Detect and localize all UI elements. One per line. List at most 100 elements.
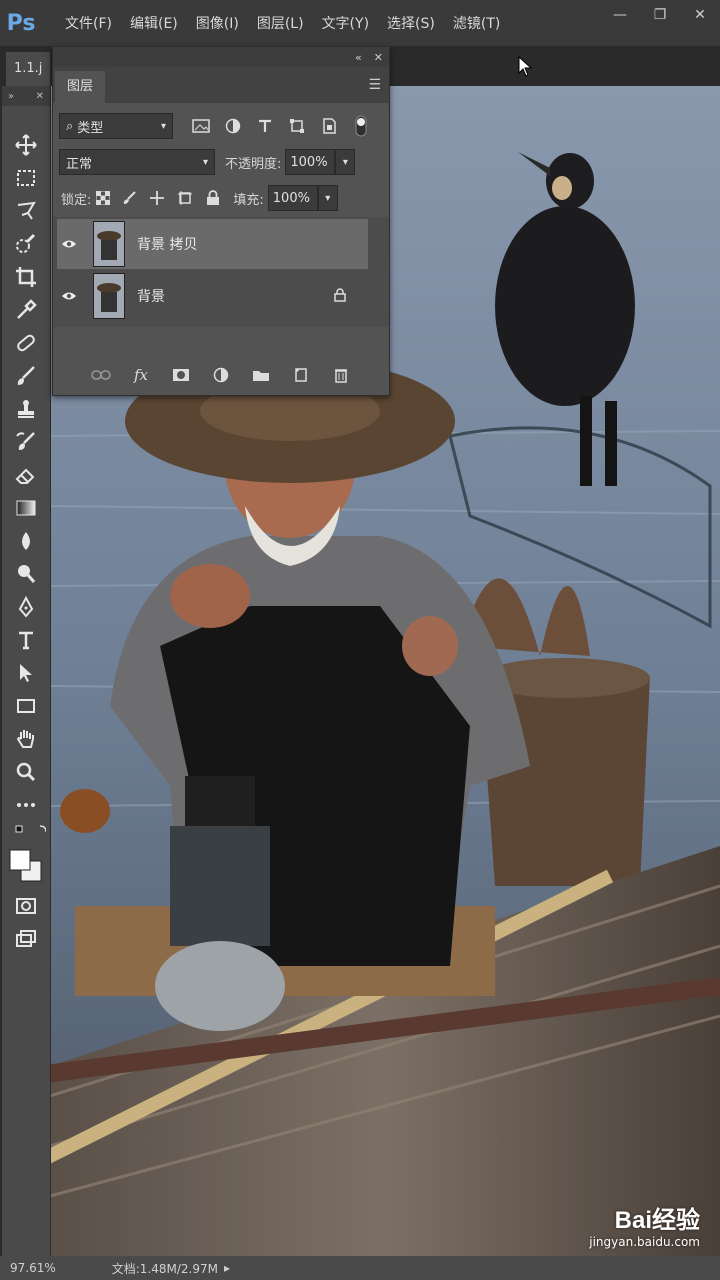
gradient-tool[interactable] [2,491,50,524]
layer-row-background[interactable]: 背景 [57,271,368,321]
layer-filter-select[interactable]: ⌕ 类型 ▾ [59,113,173,139]
rectangle-tool[interactable] [2,689,50,722]
collapse-icon[interactable]: « [355,51,362,64]
watermark-url: jingyan.baidu.com [589,1235,700,1249]
eyedropper-tool[interactable] [2,293,50,326]
marquee-tool[interactable] [2,161,50,194]
filter-pixel-button[interactable] [187,112,215,140]
add-layer-style-button[interactable]: fx [127,361,155,389]
clone-stamp-tool[interactable] [2,392,50,425]
lock-icon [334,287,346,306]
shape-icon [290,119,304,133]
tab-layers[interactable]: 图层 [55,71,106,103]
history-brush-tool[interactable] [2,425,50,458]
pen-tool[interactable] [2,590,50,623]
new-group-button[interactable] [247,361,275,389]
menu-type[interactable]: 文字(Y) [313,13,378,33]
menu-layer[interactable]: 图层(L) [248,13,313,33]
collapse-icon[interactable]: » [8,91,14,102]
link-layers-button[interactable] [87,361,115,389]
fill-label: 填充: [233,192,264,208]
new-layer-button[interactable] [287,361,315,389]
minimize-button[interactable]: — [600,0,640,30]
zoom-level[interactable]: 97.61% [10,1261,56,1275]
hand-tool[interactable] [2,722,50,755]
menu-image[interactable]: 图像(I) [187,13,248,33]
document-tab[interactable]: 1.1.j [6,52,51,86]
type-icon [19,631,33,649]
filter-shape-button[interactable] [283,112,311,140]
screen-mode-icon [16,929,36,947]
color-swap-controls[interactable] [2,821,50,843]
blur-tool[interactable] [2,524,50,557]
watermark-logo: Bai经验 [614,1207,700,1234]
panel-menu-icon[interactable]: ☰ [368,77,381,93]
layers-panel-footer: fx [53,355,389,395]
layer-visibility-toggle[interactable] [55,239,83,249]
move-tool[interactable] [2,128,50,161]
lasso-icon [17,201,36,220]
quick-mask-button[interactable] [2,889,50,922]
menu-edit[interactable]: 编辑(E) [121,13,187,33]
path-selection-tool[interactable] [2,656,50,689]
menu-filter[interactable]: 滤镜(T) [444,13,509,33]
lock-all-button[interactable] [199,184,227,212]
close-icon[interactable]: ✕ [36,91,44,102]
smart-object-icon [323,118,336,134]
ellipsis-icon [17,802,35,807]
status-bar: 97.61% 文档:1.48M/2.97M ▸ [0,1256,720,1280]
tools-panel-header: » ✕ [2,86,50,106]
new-adjustment-layer-button[interactable] [207,361,235,389]
status-arrow-icon[interactable]: ▸ [224,1261,230,1275]
opacity-dropdown-button[interactable]: ▾ [335,149,356,175]
close-icon[interactable]: ✕ [374,51,383,64]
document-info: 文档:1.48M/2.97M [111,1261,218,1276]
dodge-tool[interactable] [2,557,50,590]
menu-file[interactable]: 文件(F) [56,13,121,33]
filter-smart-object-button[interactable] [315,112,343,140]
layer-row-background-copy[interactable]: 背景 拷贝 [57,219,368,269]
brush-icon [124,191,137,204]
filter-adjustment-button[interactable] [219,112,247,140]
brush-tool[interactable] [2,359,50,392]
layer-name: 背景 [137,289,165,305]
eraser-tool[interactable] [2,458,50,491]
restore-button[interactable]: ❐ [640,0,680,30]
fill-input[interactable]: 100% [267,185,318,211]
brush-icon [17,365,35,385]
filter-type-button[interactable] [251,112,279,140]
menu-select[interactable]: 选择(S) [378,13,444,33]
foreground-background-colors[interactable] [2,843,50,889]
type-tool[interactable] [2,623,50,656]
tools-panel: » ✕ [2,86,51,1256]
lock-icon [207,190,220,205]
add-mask-button[interactable] [167,361,195,389]
prevent-autonest-button[interactable] [171,184,199,212]
quick-mask-icon [16,897,36,914]
layers-panel-header: « ✕ [53,47,389,67]
lasso-tool[interactable] [2,194,50,227]
fill-dropdown-button[interactable]: ▾ [317,185,338,211]
close-button[interactable]: ✕ [680,0,720,30]
filter-toggle-switch[interactable] [347,112,375,140]
opacity-input[interactable]: 100% [285,149,336,175]
more-tools[interactable] [2,788,50,821]
delete-layer-button[interactable] [327,361,355,389]
chevron-down-icon: ▾ [202,156,208,168]
quick-selection-icon [16,233,36,253]
quick-selection-tool[interactable] [2,227,50,260]
zoom-tool[interactable] [2,755,50,788]
crop-tool[interactable] [2,260,50,293]
layer-visibility-toggle[interactable] [55,291,83,301]
blend-mode-select[interactable]: 正常 ▾ [59,149,215,175]
rectangle-icon [17,698,35,713]
image-icon [192,119,210,133]
screen-mode-button[interactable] [2,922,50,955]
lock-transparent-pixels-button[interactable] [91,184,115,212]
lock-image-pixels-button[interactable] [115,184,143,212]
lock-position-button[interactable] [143,184,171,212]
healing-brush-tool[interactable] [2,326,50,359]
magnifier-icon [16,762,36,781]
half-circle-icon [213,367,229,383]
baidu-jingyan-watermark: Bai经验 jingyan.baidu.com [589,1200,700,1249]
